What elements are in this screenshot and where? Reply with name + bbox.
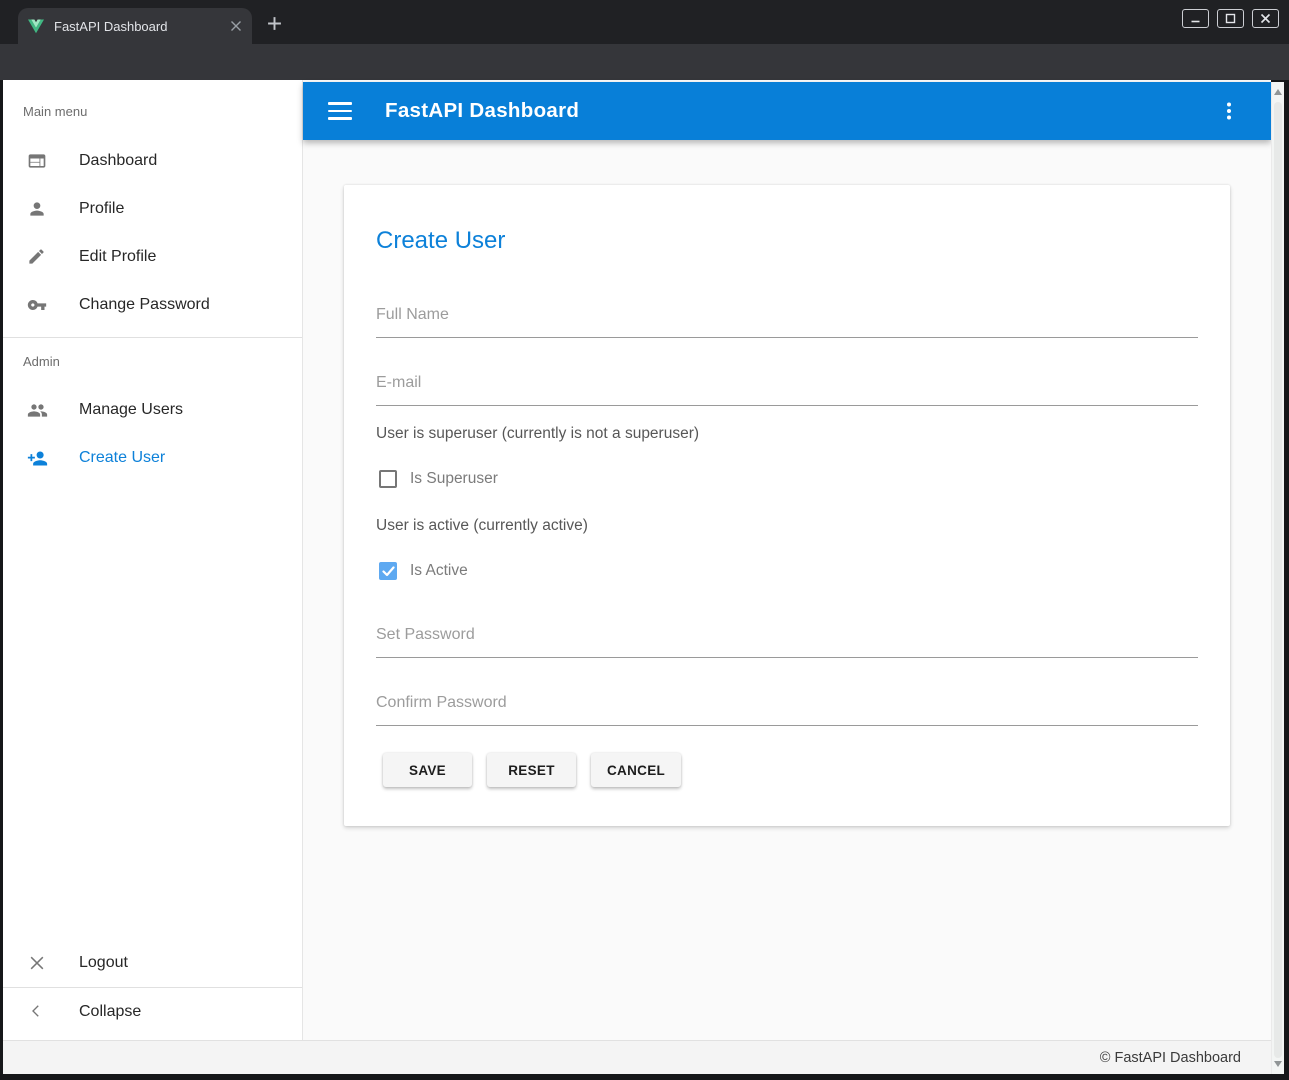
window-controls [1182, 9, 1279, 28]
sidebar-item-edit-profile[interactable]: Edit Profile [3, 233, 302, 281]
sidebar-section-admin-label: Admin [23, 354, 60, 369]
hamburger-menu-icon[interactable] [328, 102, 352, 120]
reset-button[interactable]: RESET [487, 753, 576, 787]
full-name-input[interactable] [376, 300, 1198, 338]
copyright-text: © FastAPI Dashboard [1100, 1050, 1241, 1066]
sidebar-item-label: Edit Profile [79, 248, 156, 266]
sidebar-item-label: Dashboard [79, 152, 157, 170]
sidebar-item-label: Collapse [79, 1003, 141, 1021]
minimize-button[interactable] [1182, 9, 1209, 28]
tab-close-icon[interactable] [230, 20, 242, 32]
form-title: Create User [376, 227, 505, 255]
key-icon [27, 295, 47, 315]
people-icon [27, 400, 47, 420]
scroll-down-arrow-icon[interactable] [1274, 1061, 1282, 1067]
sidebar-item-dashboard[interactable]: Dashboard [3, 137, 302, 185]
cancel-button[interactable]: CANCEL [591, 753, 681, 787]
sidebar-item-manage-users[interactable]: Manage Users [3, 386, 302, 434]
is-active-checkbox[interactable] [379, 562, 397, 580]
maximize-button[interactable] [1217, 9, 1244, 28]
sidebar-item-create-user[interactable]: Create User [3, 434, 302, 482]
scrollbar-thumb[interactable] [1274, 102, 1282, 1058]
pencil-icon [27, 247, 47, 267]
is-superuser-checkbox-row[interactable]: Is Superuser [379, 470, 498, 488]
sidebar-item-label: Change Password [79, 296, 210, 314]
browser-tab[interactable]: FastAPI Dashboard [18, 8, 252, 44]
appbar-kebab-menu-icon[interactable] [1217, 99, 1241, 123]
sidebar-item-label: Logout [79, 954, 128, 972]
is-superuser-label[interactable]: Is Superuser [410, 470, 498, 488]
sidebar-item-collapse[interactable]: Collapse [3, 988, 302, 1036]
dashboard-icon [27, 151, 47, 171]
person-icon [27, 199, 47, 219]
chevron-left-icon [27, 1002, 47, 1022]
sidebar-item-change-password[interactable]: Change Password [3, 281, 302, 329]
confirm-password-input[interactable] [376, 688, 1198, 726]
scroll-up-arrow-icon[interactable] [1274, 89, 1282, 95]
new-tab-button[interactable] [262, 11, 286, 35]
sidebar-item-label: Manage Users [79, 401, 183, 419]
tab-title: FastAPI Dashboard [54, 19, 224, 34]
person-add-icon [27, 448, 47, 468]
set-password-input[interactable] [376, 620, 1198, 658]
save-button[interactable]: SAVE [383, 753, 472, 787]
sidebar: Main menu Dashboard Profile Edit Profile… [3, 80, 303, 1040]
main-content-area: FastAPI Dashboard Create User User is su… [303, 80, 1271, 1040]
sidebar-section-main-menu-label: Main menu [23, 104, 87, 119]
form-buttons: SAVE RESET CANCEL [383, 753, 681, 787]
is-active-checkbox-row[interactable]: Is Active [379, 562, 468, 580]
sidebar-item-label: Profile [79, 200, 124, 218]
sidebar-item-logout[interactable]: Logout [3, 939, 302, 987]
close-x-icon [27, 953, 47, 973]
page-footer: © FastAPI Dashboard [3, 1040, 1271, 1074]
create-user-card: Create User User is superuser (currently… [344, 185, 1230, 826]
vue-logo-icon [28, 19, 44, 34]
appbar-title: FastAPI Dashboard [385, 99, 579, 123]
email-input[interactable] [376, 368, 1198, 406]
browser-tab-strip: FastAPI Dashboard [0, 0, 1289, 44]
sidebar-item-label: Create User [79, 449, 165, 467]
sidebar-item-profile[interactable]: Profile [3, 185, 302, 233]
page-scrollbar[interactable] [1271, 82, 1284, 1074]
sidebar-divider [3, 337, 302, 338]
superuser-hint: User is superuser (currently is not a su… [376, 425, 699, 443]
browser-toolbar: localhost/main/admin/users/create [0, 44, 1289, 80]
close-window-button[interactable] [1252, 9, 1279, 28]
active-hint: User is active (currently active) [376, 517, 588, 535]
is-active-label[interactable]: Is Active [410, 562, 468, 580]
is-superuser-checkbox[interactable] [379, 470, 397, 488]
app-bar: FastAPI Dashboard [303, 82, 1271, 140]
